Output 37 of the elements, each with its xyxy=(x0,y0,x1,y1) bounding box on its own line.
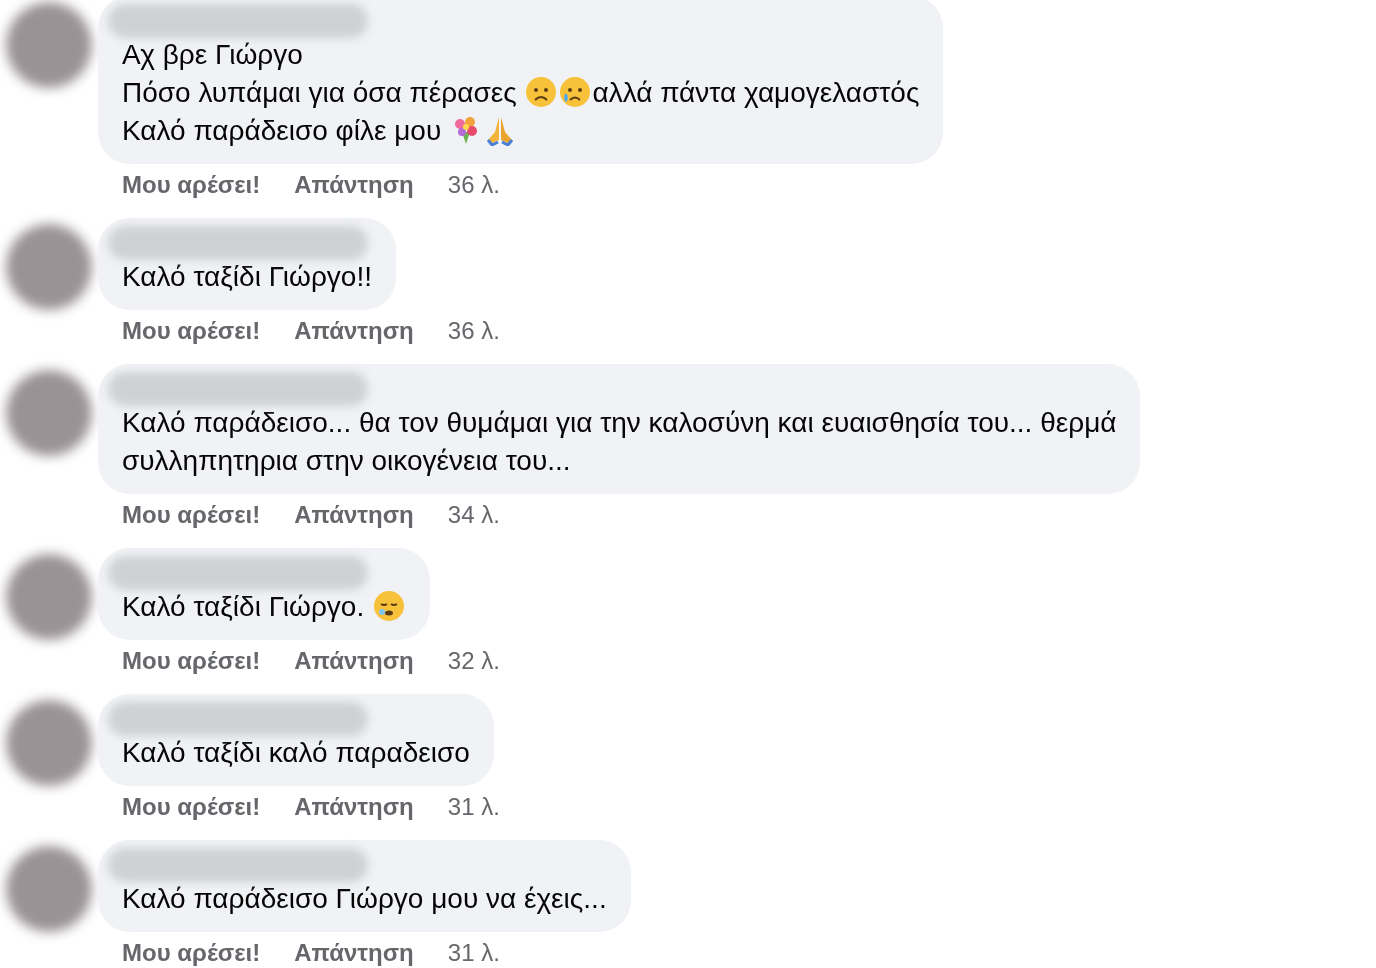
avatar[interactable] xyxy=(6,370,92,456)
avatar[interactable] xyxy=(6,224,92,310)
avatar[interactable] xyxy=(6,2,92,88)
comment-time: 36 λ. xyxy=(447,170,500,200)
comment-text: Καλό ταξίδι καλό παραδεισο xyxy=(122,737,470,768)
comment-text: Καλό παράδεισο... θα τον θυμάμαι για την καλοσύνη και ευαισθησία του... θερμά xyxy=(122,407,1117,438)
like-link[interactable]: Μου αρέσει! xyxy=(122,646,261,676)
comment-text: συλληπητηρια στην οικογένεια του... xyxy=(122,445,571,476)
reply-link[interactable]: Απάντηση xyxy=(294,792,414,822)
worried-face-icon xyxy=(525,76,558,108)
comment-time: 32 λ. xyxy=(447,646,500,676)
crying-face-icon xyxy=(559,76,592,108)
like-link[interactable]: Μου αρέσει! xyxy=(122,316,261,346)
like-link[interactable]: Μου αρέσει! xyxy=(122,500,261,530)
like-link[interactable]: Μου αρέσει! xyxy=(122,792,261,822)
reply-link[interactable]: Απάντηση xyxy=(294,938,414,968)
comment-text: Καλό ταξίδι Γιώργο. xyxy=(122,591,366,622)
avatar[interactable] xyxy=(6,700,92,786)
comment-text: Καλό ταξίδι Γιώργο!! xyxy=(122,261,372,292)
comment-time: 36 λ. xyxy=(447,316,500,346)
comment-time: 31 λ. xyxy=(447,938,500,968)
reply-link[interactable]: Απάντηση xyxy=(294,500,414,530)
avatar[interactable] xyxy=(6,554,92,640)
comment-text: Αχ βρε Γιώργο xyxy=(122,39,303,70)
like-link[interactable]: Μου αρέσει! xyxy=(122,938,261,968)
comment-text: Καλό παράδεισο φίλε μου xyxy=(122,115,443,146)
like-link[interactable]: Μου αρέσει! xyxy=(122,170,261,200)
reply-link[interactable]: Απάντηση xyxy=(294,170,414,200)
comment-text: αλλά πάντα χαμογελαστός xyxy=(592,77,920,108)
reply-link[interactable]: Απάντηση xyxy=(294,316,414,346)
sleepy-face-icon xyxy=(373,590,405,622)
comment-time: 34 λ. xyxy=(447,500,500,530)
comment-text: Πόσο λυπάμαι για όσα πέρασες xyxy=(122,77,518,108)
comment-time: 31 λ. xyxy=(447,792,500,822)
reply-link[interactable]: Απάντηση xyxy=(294,646,414,676)
comment-text: Καλό παράδεισο Γιώργο μου να έχεις... xyxy=(122,883,607,914)
avatar[interactable] xyxy=(6,846,92,932)
